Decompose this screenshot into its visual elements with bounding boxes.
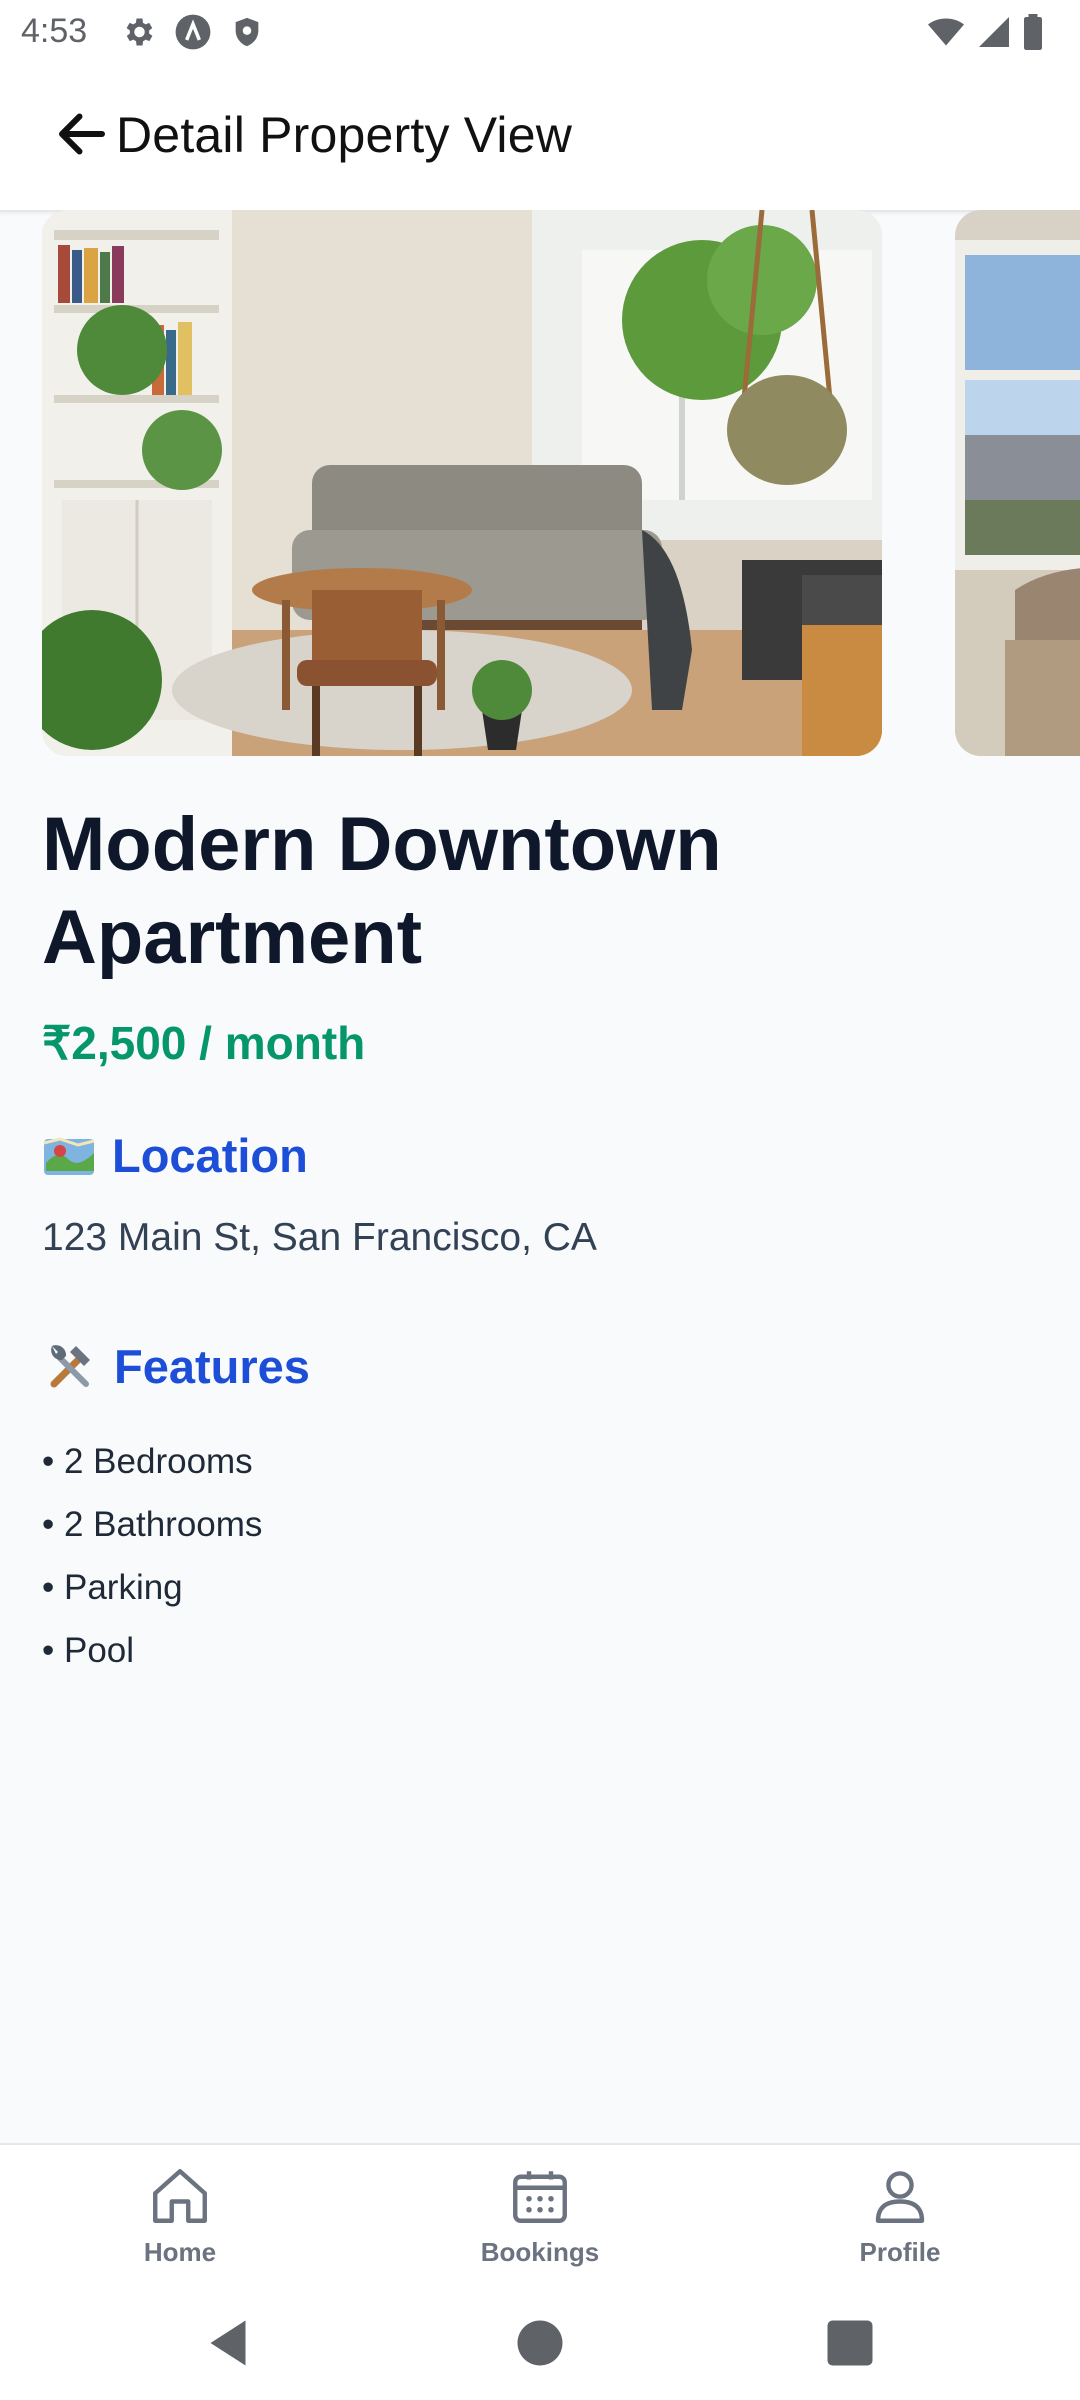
list-item: • 2 Bedrooms (42, 1442, 253, 1481)
calendar-icon (513, 2171, 567, 2223)
app-bar: Detail Property View (0, 64, 1080, 212)
status-time: 4:53 (21, 12, 88, 50)
tools-icon (50, 1345, 90, 1388)
features-heading-label: Features (114, 1339, 310, 1393)
location-heading: Location (42, 1128, 308, 1183)
nav-profile[interactable]: Profile (800, 2163, 1000, 2268)
system-nav-bar (0, 2283, 1080, 2400)
status-bar: 4:53 (0, 0, 1080, 64)
nav-bookings-label: Bookings (480, 2237, 600, 2267)
nav-home-label: Home (143, 2237, 217, 2267)
nav-home[interactable]: Home (80, 2163, 280, 2268)
location-heading-label: Location (112, 1129, 308, 1182)
window-room-photo[interactable] (955, 210, 1080, 756)
status-right-icons (926, 12, 1044, 52)
features-list: • 2 Bedrooms • 2 Bathrooms • Parking • P… (42, 1430, 262, 1682)
wifi-icon (928, 18, 964, 46)
shield-icon (235, 17, 259, 47)
status-left-icons (120, 12, 264, 52)
battery-icon (1024, 14, 1042, 50)
list-item: • Pool (42, 1631, 135, 1670)
list-item: • Parking (42, 1568, 183, 1607)
living-room-illustration (42, 210, 882, 756)
signal-icon (979, 17, 1009, 47)
back-button[interactable] (52, 104, 112, 164)
recents-square-icon[interactable] (820, 2313, 880, 2373)
screen: 4:53 Detail Property View Modern Downtow… (0, 0, 1080, 2400)
features-heading: Features (42, 1338, 310, 1394)
home-circle-icon[interactable] (510, 2313, 570, 2373)
list-item: • 2 Bathrooms (42, 1505, 263, 1544)
image-gallery[interactable] (0, 210, 1080, 756)
arrow-left-icon (59, 113, 105, 155)
living-room-photo[interactable] (42, 210, 882, 756)
settings-icon (126, 18, 153, 46)
property-title: Modern Downtown Apartment (42, 802, 722, 980)
map-icon (43, 1136, 95, 1175)
user-icon (875, 2171, 925, 2223)
a-logo-icon (175, 14, 211, 50)
back-triangle-icon[interactable] (198, 2313, 258, 2373)
nav-profile-label: Profile (859, 2237, 941, 2267)
nav-bookings[interactable]: Bookings (440, 2163, 640, 2268)
bottom-nav: Home Bookings Profile (0, 2143, 1080, 2285)
window-room-illustration (955, 210, 1080, 756)
property-price: ₹2,500 / month (42, 1017, 366, 1069)
property-address: 123 Main St, San Francisco, CA (42, 1216, 597, 1259)
page-title: Detail Property View (116, 107, 573, 163)
home-icon (153, 2169, 207, 2223)
